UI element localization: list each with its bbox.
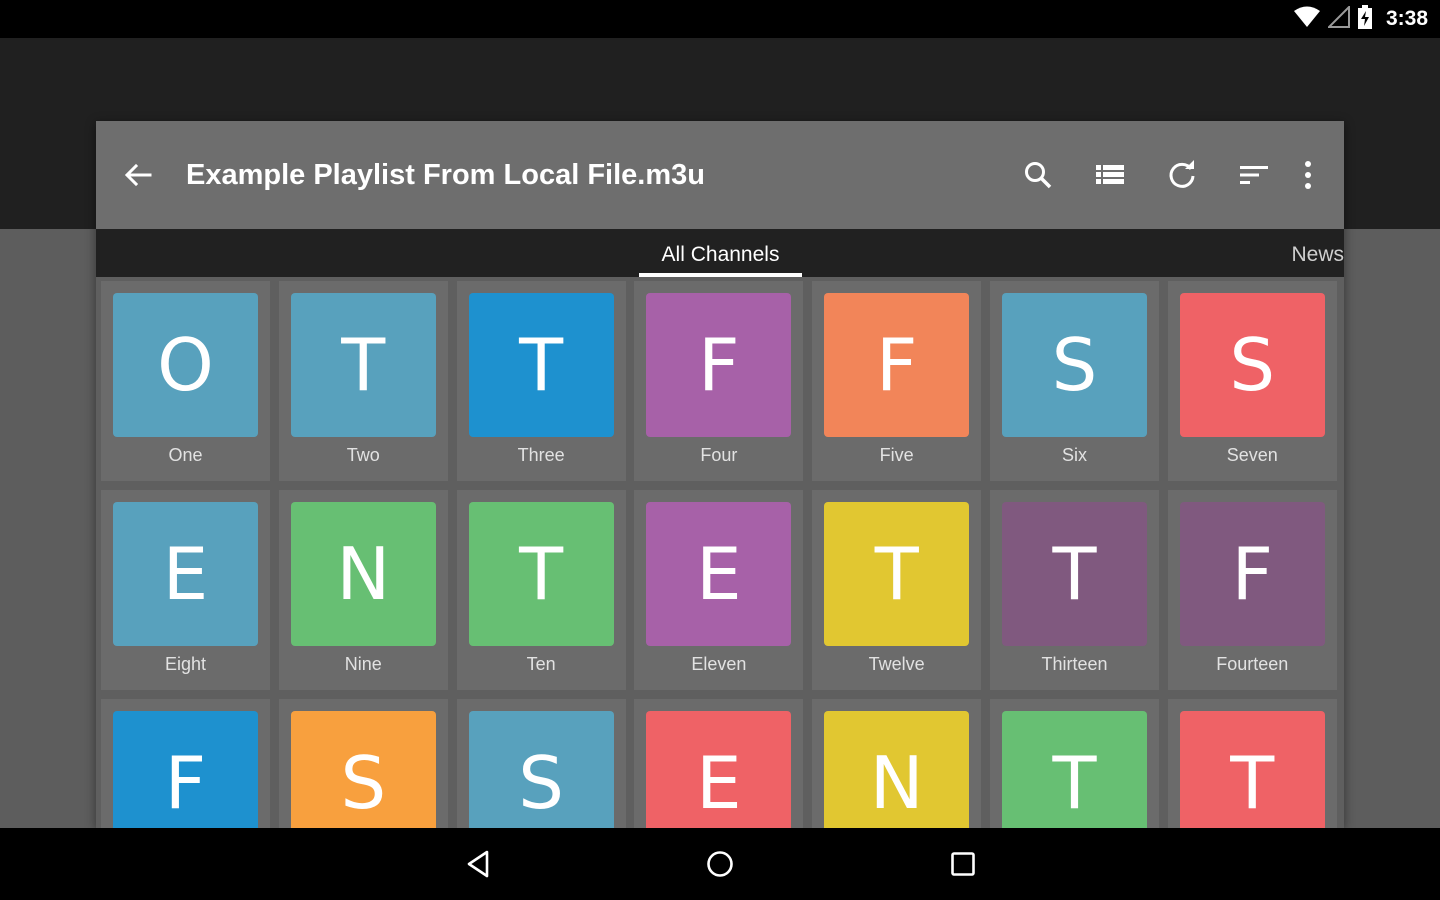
- navigation-bar: [0, 828, 1440, 900]
- toolbar: Example Playlist From Local File.m3u: [96, 121, 1344, 229]
- channel-logo-tile: S: [468, 711, 614, 828]
- playlist-dialog: Example Playlist From Local File.m3u All…: [96, 121, 1344, 828]
- channel-card[interactable]: E: [634, 699, 804, 828]
- arrow-back-icon: [124, 163, 152, 187]
- channel-card[interactable]: E Eleven: [634, 490, 804, 690]
- wifi-icon: [1293, 6, 1320, 33]
- list-view-button[interactable]: [1092, 157, 1128, 193]
- battery-charging-icon: [1357, 4, 1372, 34]
- channel-card[interactable]: S Seven: [1167, 281, 1337, 481]
- channel-logo-tile: T: [1179, 711, 1325, 828]
- recents-square-icon: [951, 852, 975, 876]
- channel-card[interactable]: O One: [101, 281, 270, 481]
- channel-logo-tile: F: [1179, 502, 1325, 646]
- channel-name: Nine: [344, 654, 382, 674]
- channel-name: One: [168, 445, 203, 465]
- channel-logo-tile: S: [290, 711, 436, 828]
- channel-card[interactable]: F Five: [812, 281, 982, 481]
- channel-card[interactable]: T Twelve: [812, 490, 982, 690]
- status-bar: 3:38: [0, 0, 1440, 38]
- overflow-menu-button[interactable]: [1290, 157, 1326, 193]
- status-icons: 3:38: [1293, 0, 1428, 38]
- channel-name: Seven: [1226, 445, 1278, 465]
- channel-card[interactable]: F Fourteen: [1167, 490, 1337, 690]
- channel-logo-tile: E: [646, 711, 792, 828]
- tab-selected-indicator: [639, 273, 802, 277]
- channel-name: Four: [700, 445, 738, 465]
- channel-logo-tile: E: [646, 502, 792, 646]
- channel-name: Six: [1061, 445, 1087, 465]
- list-view-icon: [1096, 165, 1124, 184]
- tab-news[interactable]: News: [1291, 229, 1344, 277]
- channel-logo-tile: S: [1001, 293, 1147, 437]
- channel-card[interactable]: E Eight: [101, 490, 270, 690]
- channel-logo-tile: T: [290, 293, 436, 437]
- channel-name: Eight: [164, 654, 207, 674]
- back-button[interactable]: [120, 157, 156, 193]
- nav-home-button[interactable]: [700, 846, 740, 882]
- channel-logo-tile: N: [824, 711, 970, 828]
- channel-name: Five: [879, 445, 914, 465]
- channel-card[interactable]: S: [278, 699, 448, 828]
- more-vert-icon: [1305, 161, 1311, 189]
- channel-logo-tile: T: [468, 502, 614, 646]
- channel-grid: O One T Two T Three F Four F Five S Six S Seven E Eight…: [101, 281, 1341, 828]
- channel-card[interactable]: N Nine: [278, 490, 448, 690]
- channel-card[interactable]: T Ten: [456, 490, 626, 690]
- channel-card[interactable]: F: [101, 699, 270, 828]
- channel-card[interactable]: N: [812, 699, 982, 828]
- channel-name: Two: [346, 445, 380, 465]
- channel-logo-tile: O: [113, 293, 258, 437]
- sort-button[interactable]: [1236, 157, 1272, 193]
- channel-name: Three: [517, 445, 565, 465]
- back-triangle-icon: [467, 850, 489, 878]
- channel-card[interactable]: S Six: [989, 281, 1159, 481]
- channel-name: Thirteen: [1041, 654, 1108, 674]
- search-icon: [1025, 162, 1052, 189]
- playlist-title: Example Playlist From Local File.m3u: [186, 159, 705, 191]
- status-time: 3:38: [1385, 7, 1428, 30]
- channel-logo-tile: F: [824, 293, 970, 437]
- channel-name: Ten: [526, 654, 556, 674]
- channel-card[interactable]: T Two: [278, 281, 448, 481]
- channel-name: Eleven: [691, 654, 747, 674]
- channel-logo-tile: F: [113, 711, 258, 828]
- tab-bar: All Channels News: [96, 229, 1344, 277]
- channel-logo-tile: T: [824, 502, 970, 646]
- channel-name: Fourteen: [1216, 654, 1289, 674]
- channel-logo-tile: E: [113, 502, 258, 646]
- channel-name: Twelve: [868, 654, 925, 674]
- channel-logo-tile: T: [1001, 502, 1147, 646]
- refresh-icon: [1169, 160, 1195, 188]
- channel-card[interactable]: T: [1167, 699, 1337, 828]
- channel-logo-tile: F: [646, 293, 792, 437]
- nav-back-button[interactable]: [458, 846, 498, 882]
- channel-card[interactable]: T: [989, 699, 1159, 828]
- channel-logo-tile: T: [1001, 711, 1147, 828]
- channel-card[interactable]: S: [456, 699, 626, 828]
- signal-icon: [1326, 4, 1350, 33]
- channel-logo-tile: S: [1179, 293, 1325, 437]
- search-button[interactable]: [1020, 157, 1056, 193]
- channel-card[interactable]: T Three: [456, 281, 626, 481]
- refresh-button[interactable]: [1164, 157, 1200, 193]
- home-circle-icon: [707, 851, 733, 877]
- channel-logo-tile: T: [468, 293, 614, 437]
- channel-logo-tile: N: [290, 502, 436, 646]
- sort-icon: [1240, 166, 1268, 184]
- channel-card[interactable]: F Four: [634, 281, 804, 481]
- tab-all-channels[interactable]: All Channels: [639, 229, 802, 277]
- channel-card[interactable]: T Thirteen: [989, 490, 1159, 690]
- nav-recents-button[interactable]: [943, 846, 983, 882]
